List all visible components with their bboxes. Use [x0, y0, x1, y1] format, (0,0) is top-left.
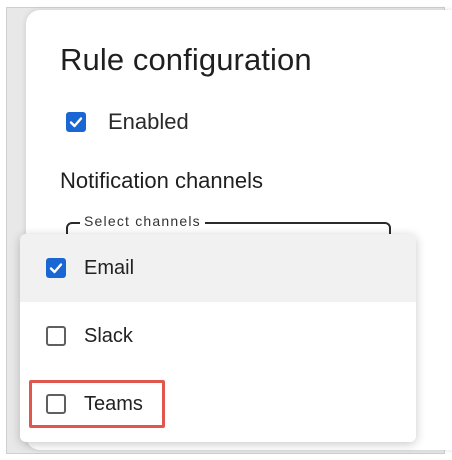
- enabled-checkbox-row[interactable]: Enabled: [66, 109, 189, 135]
- email-checkbox[interactable]: [46, 258, 66, 278]
- teams-highlight-box: [29, 380, 165, 428]
- option-label: Email: [84, 256, 135, 279]
- select-channels-legend: Select channels: [80, 213, 205, 229]
- notification-channels-heading: Notification channels: [60, 168, 264, 193]
- check-icon: [69, 117, 83, 128]
- check-icon: [49, 263, 63, 274]
- slack-checkbox[interactable]: [46, 326, 66, 346]
- option-label: Slack: [84, 324, 133, 347]
- option-email[interactable]: Email: [20, 234, 416, 302]
- enabled-checkbox[interactable]: [66, 112, 86, 132]
- enabled-label: Enabled: [108, 109, 189, 134]
- option-slack[interactable]: Slack: [20, 302, 416, 370]
- page-title: Rule configuration: [60, 42, 312, 77]
